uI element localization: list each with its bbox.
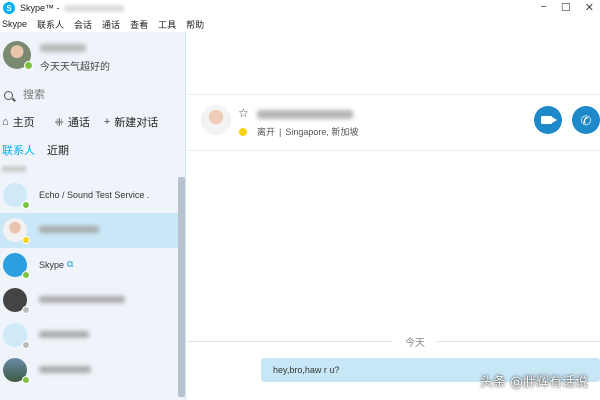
minimize-button[interactable]: − — [540, 1, 546, 14]
away-status-icon — [239, 127, 247, 136]
contact-row[interactable] — [0, 318, 178, 353]
nav-calls-label: 通话 — [67, 117, 90, 129]
divider-line-right — [437, 341, 600, 342]
profile-name-blurred — [40, 44, 86, 52]
audio-call-button[interactable]: ✆ — [572, 106, 600, 134]
nav-calls[interactable]: ⁜ 通话 — [55, 114, 90, 130]
search-icon — [4, 90, 13, 100]
contact-list: Echo / Sound Test Service . Skype ⧉ — [0, 166, 178, 400]
chat-status: 离开 — [257, 127, 276, 137]
menu-help[interactable]: 帮助 — [186, 18, 204, 31]
contact-name-blurred — [39, 366, 91, 373]
plus-icon: + — [103, 116, 111, 128]
nav-row: ⌂ 主页 ⁜ 通话 + 新建对话 — [0, 114, 185, 130]
divider-line-left — [187, 341, 392, 342]
contact-row-selected[interactable] — [0, 213, 178, 248]
contact-name-blurred — [39, 296, 125, 303]
tab-contacts[interactable]: 联系人 — [2, 142, 35, 158]
contact-avatar — [3, 323, 30, 349]
skype-bot-avatar — [3, 253, 30, 279]
bot-badge-icon: ⧉ — [67, 259, 74, 269]
contact-name-blurred — [39, 226, 99, 233]
contact-avatar — [3, 288, 30, 314]
video-camera-icon — [541, 116, 557, 124]
contact-row-skype[interactable]: Skype ⧉ — [0, 248, 178, 283]
contact-name: Echo / Sound Test Service . — [39, 190, 150, 200]
menu-bar: Skype 联系人 会话 通话 查看 工具 帮助 — [0, 16, 600, 32]
contact-avatar — [3, 183, 30, 209]
contact-row-echo[interactable]: Echo / Sound Test Service . — [0, 178, 178, 213]
menu-tools[interactable]: 工具 — [158, 18, 176, 31]
window-title-username — [63, 4, 124, 12]
contact-list-scrollbar[interactable] — [178, 177, 185, 397]
profile-avatar[interactable] — [3, 41, 33, 70]
close-button[interactable]: ✕ — [585, 1, 594, 14]
header-top-divider — [187, 94, 600, 95]
online-status-icon — [22, 271, 30, 279]
chat-location: Singapore, 新加坡 — [285, 127, 359, 137]
header-divider — [187, 150, 600, 151]
menu-skype[interactable]: Skype — [2, 19, 27, 29]
status-separator: | — [279, 126, 282, 137]
menu-view[interactable]: 查看 — [130, 18, 148, 31]
message-text: hey,bro,haw r u? — [273, 365, 340, 375]
contact-tabs: 联系人 近期 — [0, 142, 185, 158]
phone-icon: ✆ — [580, 112, 592, 128]
sidebar: 今天天气超好的 ⌂ 主页 ⁜ 通话 + 新建对话 联系人 近期 Echo / S… — [0, 32, 186, 400]
contact-name-blurred — [39, 331, 89, 338]
profile-panel[interactable]: 今天天气超好的 — [0, 32, 185, 80]
date-label: 今天 — [405, 338, 425, 349]
video-call-button[interactable] — [534, 106, 562, 134]
offline-status-icon — [22, 341, 30, 349]
window-title: Skype™ - — [20, 3, 60, 13]
online-status-icon — [24, 61, 33, 70]
nav-home-label: 主页 — [12, 117, 35, 129]
chat-contact-name-blurred — [257, 110, 353, 119]
title-bar: S Skype™ - − ☐ ✕ — [0, 0, 600, 16]
chat-contact-avatar[interactable] — [201, 105, 231, 135]
menu-conversations[interactable]: 会话 — [74, 18, 92, 31]
contact-row[interactable] — [0, 353, 178, 388]
date-divider: 今天 — [187, 334, 600, 349]
skype-logo-icon: S — [3, 2, 15, 14]
contact-avatar — [3, 358, 30, 384]
menu-contacts[interactable]: 联系人 — [37, 18, 64, 31]
search-input[interactable] — [23, 89, 173, 101]
chat-status-line: 离开 | Singapore, 新加坡 — [239, 125, 358, 138]
nav-new-chat-label: 新建对话 — [114, 117, 159, 129]
menu-calls[interactable]: 通话 — [102, 18, 120, 31]
watermark: 头条 @胖辉有话说 — [479, 375, 588, 390]
contact-avatar — [3, 218, 30, 244]
contact-row[interactable] — [0, 283, 178, 318]
nav-home[interactable]: ⌂ 主页 — [2, 114, 35, 130]
nav-new-chat[interactable]: + 新建对话 — [104, 114, 158, 130]
list-group-header — [2, 166, 26, 172]
online-status-icon — [22, 376, 30, 384]
mood-message: 今天天气超好的 — [40, 62, 110, 73]
offline-status-icon — [22, 306, 30, 314]
home-icon: ⌂ — [2, 116, 9, 128]
away-status-icon — [22, 236, 30, 244]
online-status-icon — [22, 201, 30, 209]
conversation-pane: ☆ 离开 | Singapore, 新加坡 ✆ 今天 hey,bro,haw r… — [187, 32, 600, 400]
maximize-button[interactable]: ☐ — [561, 1, 571, 14]
dialpad-icon: ⁜ — [54, 116, 64, 129]
favorite-star-icon[interactable]: ☆ — [238, 106, 249, 120]
window-controls: − ☐ ✕ — [540, 1, 594, 14]
contact-name: Skype — [39, 260, 65, 270]
tab-recent[interactable]: 近期 — [47, 142, 69, 158]
search-bar[interactable] — [0, 86, 185, 104]
